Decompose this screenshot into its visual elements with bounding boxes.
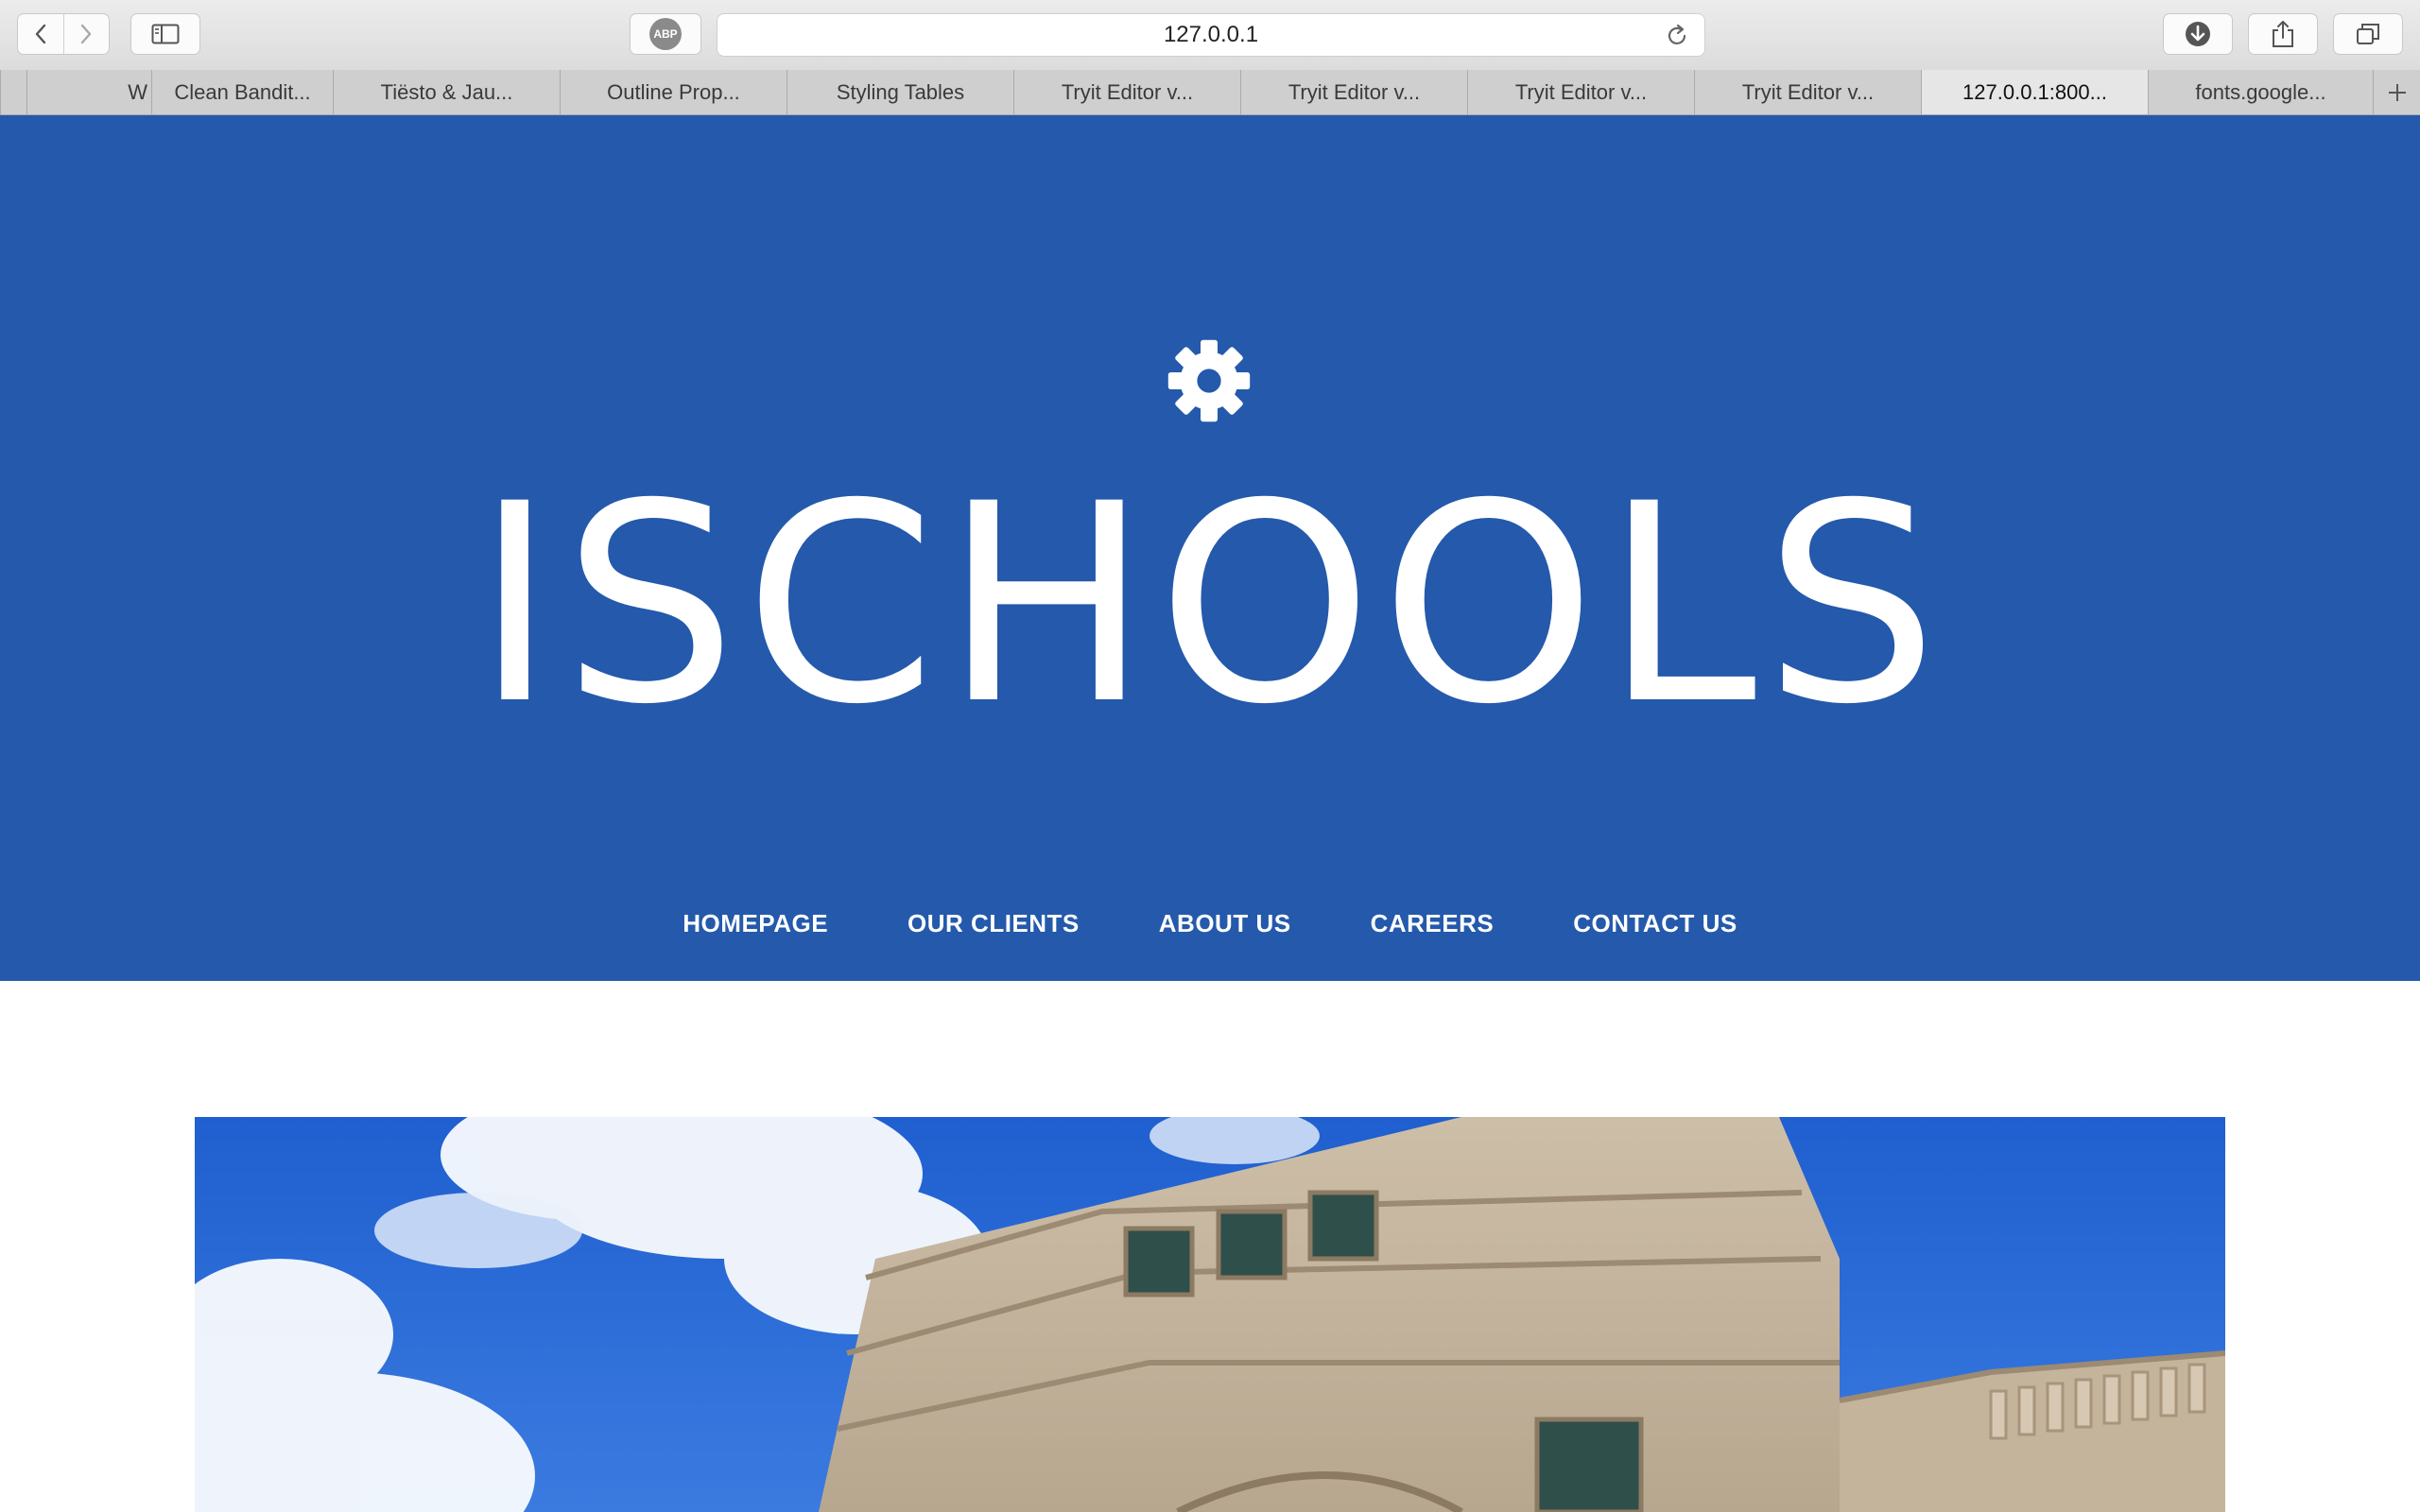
hero-photo: [195, 1117, 2225, 1512]
back-button[interactable]: [18, 14, 63, 54]
share-icon: [2273, 21, 2293, 47]
reload-icon[interactable]: [1665, 24, 1689, 48]
tab-item[interactable]: Tryit Editor v...: [1467, 70, 1694, 114]
back-icon: [35, 24, 45, 44]
adblock-icon: ABP: [649, 18, 682, 50]
downloads-button[interactable]: [2163, 13, 2233, 55]
site-title: ISCHOOLS: [474, 446, 1946, 765]
school-building-image: [195, 1117, 2225, 1512]
tabs-overview-button[interactable]: [2333, 13, 2403, 55]
tab-item[interactable]: Styling Tables: [786, 70, 1013, 114]
nav-contact-us[interactable]: CONTACT US: [1573, 909, 1737, 938]
tab-item[interactable]: Tiësto & Jau...: [333, 70, 560, 114]
share-button[interactable]: [2248, 13, 2318, 55]
adblock-button[interactable]: ABP: [630, 13, 701, 55]
main-navigation: HOMEPAGE OUR CLIENTS ABOUT US CAREERS CO…: [0, 909, 2420, 938]
gear-icon: [1167, 339, 1251, 422]
sidebar-icon: [151, 24, 180, 44]
tab-bar: W Clean Bandit... Tiësto & Jau... Outlin…: [0, 70, 2420, 115]
history-buttons: [17, 13, 110, 55]
new-tab-icon: [2388, 83, 2406, 101]
tab-item-active[interactable]: 127.0.0.1:800...: [1921, 70, 2148, 114]
sidebar-button[interactable]: [130, 13, 200, 55]
forward-button[interactable]: [62, 14, 110, 54]
nav-careers[interactable]: CAREERS: [1371, 909, 1495, 938]
download-icon: [2186, 22, 2210, 46]
tabs-overview-icon: [2357, 24, 2379, 44]
tab-item[interactable]: Tryit Editor v...: [1694, 70, 1921, 114]
tab-item[interactable]: Clean Bandit...: [151, 70, 333, 114]
tab-item[interactable]: Tryit Editor v...: [1240, 70, 1467, 114]
url-text: 127.0.0.1: [1163, 22, 1259, 47]
new-tab-button[interactable]: [2373, 70, 2420, 114]
address-bar[interactable]: 127.0.0.1: [717, 13, 1705, 57]
nav-homepage[interactable]: HOMEPAGE: [683, 909, 828, 938]
forward-icon: [81, 24, 92, 44]
tab-item[interactable]: Tryit Editor v...: [1013, 70, 1240, 114]
browser-toolbar: ABP 127.0.0.1: [0, 0, 2420, 71]
nav-our-clients[interactable]: OUR CLIENTS: [908, 909, 1080, 938]
nav-about-us[interactable]: ABOUT US: [1159, 909, 1291, 938]
tab-item[interactable]: fonts.google...: [2148, 70, 2373, 114]
site-header: ISCHOOLS HOMEPAGE OUR CLIENTS ABOUT US C…: [0, 115, 2420, 981]
tab-pinned[interactable]: [0, 70, 26, 114]
tab-item[interactable]: Outline Prop...: [560, 70, 786, 114]
tab-item[interactable]: W: [26, 70, 151, 114]
